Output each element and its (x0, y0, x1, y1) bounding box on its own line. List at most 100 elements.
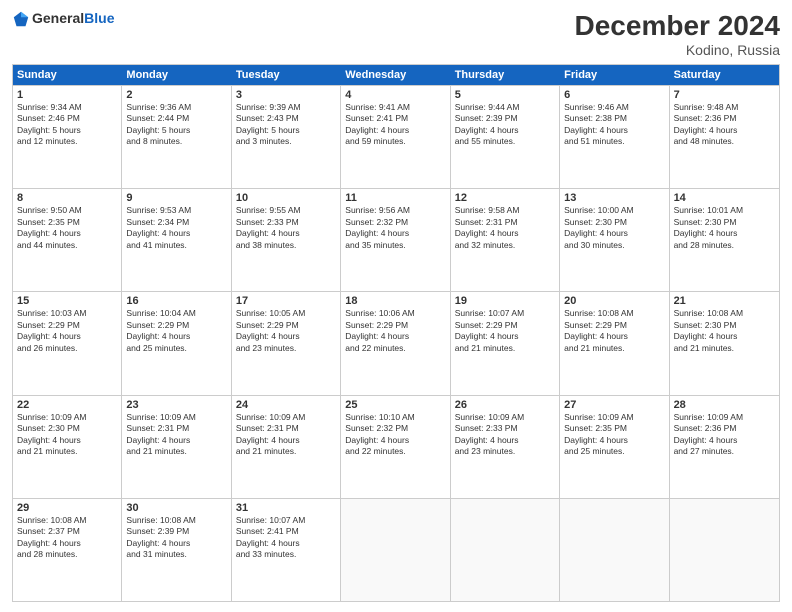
calendar-header: Sunday Monday Tuesday Wednesday Thursday… (13, 65, 779, 85)
day-num-25: 25 (345, 399, 445, 411)
cal-cell-1-2: 2Sunrise: 9:36 AM Sunset: 2:44 PM Daylig… (122, 86, 231, 188)
logo-general: General (32, 10, 84, 26)
cal-cell-3-3: 17Sunrise: 10:05 AM Sunset: 2:29 PM Dayl… (232, 292, 341, 394)
cal-cell-3-7: 21Sunrise: 10:08 AM Sunset: 2:30 PM Dayl… (670, 292, 779, 394)
day-info-19: Sunrise: 10:07 AM Sunset: 2:29 PM Daylig… (455, 308, 555, 354)
day-num-13: 13 (564, 192, 664, 204)
cal-cell-3-2: 16Sunrise: 10:04 AM Sunset: 2:29 PM Dayl… (122, 292, 231, 394)
weekday-wednesday: Wednesday (341, 65, 450, 85)
day-num-31: 31 (236, 502, 336, 514)
day-num-3: 3 (236, 89, 336, 101)
day-info-30: Sunrise: 10:08 AM Sunset: 2:39 PM Daylig… (126, 515, 226, 561)
day-num-18: 18 (345, 295, 445, 307)
month-title: December 2024 (575, 10, 780, 42)
weekday-thursday: Thursday (451, 65, 560, 85)
title-block: December 2024 Kodino, Russia (575, 10, 780, 58)
day-info-12: Sunrise: 9:58 AM Sunset: 2:31 PM Dayligh… (455, 205, 555, 251)
day-num-26: 26 (455, 399, 555, 411)
weekday-sunday: Sunday (13, 65, 122, 85)
cal-row-4: 22Sunrise: 10:09 AM Sunset: 2:30 PM Dayl… (13, 395, 779, 498)
day-num-11: 11 (345, 192, 445, 204)
day-num-9: 9 (126, 192, 226, 204)
day-info-24: Sunrise: 10:09 AM Sunset: 2:31 PM Daylig… (236, 412, 336, 458)
cal-row-5: 29Sunrise: 10:08 AM Sunset: 2:37 PM Dayl… (13, 498, 779, 601)
day-info-14: Sunrise: 10:01 AM Sunset: 2:30 PM Daylig… (674, 205, 775, 251)
cal-cell-1-6: 6Sunrise: 9:46 AM Sunset: 2:38 PM Daylig… (560, 86, 669, 188)
day-info-6: Sunrise: 9:46 AM Sunset: 2:38 PM Dayligh… (564, 102, 664, 148)
weekday-tuesday: Tuesday (232, 65, 341, 85)
cal-cell-4-1: 22Sunrise: 10:09 AM Sunset: 2:30 PM Dayl… (13, 396, 122, 498)
day-info-29: Sunrise: 10:08 AM Sunset: 2:37 PM Daylig… (17, 515, 117, 561)
logo-text: GeneralBlue (32, 10, 114, 28)
day-num-10: 10 (236, 192, 336, 204)
day-num-28: 28 (674, 399, 775, 411)
logo-icon (12, 10, 30, 28)
cal-cell-3-5: 19Sunrise: 10:07 AM Sunset: 2:29 PM Dayl… (451, 292, 560, 394)
day-info-11: Sunrise: 9:56 AM Sunset: 2:32 PM Dayligh… (345, 205, 445, 251)
day-num-14: 14 (674, 192, 775, 204)
cal-cell-1-4: 4Sunrise: 9:41 AM Sunset: 2:41 PM Daylig… (341, 86, 450, 188)
day-info-1: Sunrise: 9:34 AM Sunset: 2:46 PM Dayligh… (17, 102, 117, 148)
cal-cell-2-3: 10Sunrise: 9:55 AM Sunset: 2:33 PM Dayli… (232, 189, 341, 291)
day-info-23: Sunrise: 10:09 AM Sunset: 2:31 PM Daylig… (126, 412, 226, 458)
day-num-20: 20 (564, 295, 664, 307)
day-num-19: 19 (455, 295, 555, 307)
weekday-monday: Monday (122, 65, 231, 85)
cal-cell-4-6: 27Sunrise: 10:09 AM Sunset: 2:35 PM Dayl… (560, 396, 669, 498)
day-info-9: Sunrise: 9:53 AM Sunset: 2:34 PM Dayligh… (126, 205, 226, 251)
cal-cell-2-7: 14Sunrise: 10:01 AM Sunset: 2:30 PM Dayl… (670, 189, 779, 291)
day-info-28: Sunrise: 10:09 AM Sunset: 2:36 PM Daylig… (674, 412, 775, 458)
cal-cell-4-2: 23Sunrise: 10:09 AM Sunset: 2:31 PM Dayl… (122, 396, 231, 498)
cal-cell-4-7: 28Sunrise: 10:09 AM Sunset: 2:36 PM Dayl… (670, 396, 779, 498)
cal-cell-5-7 (670, 499, 779, 601)
day-info-4: Sunrise: 9:41 AM Sunset: 2:41 PM Dayligh… (345, 102, 445, 148)
weekday-friday: Friday (560, 65, 669, 85)
cal-cell-4-4: 25Sunrise: 10:10 AM Sunset: 2:32 PM Dayl… (341, 396, 450, 498)
cal-cell-5-5 (451, 499, 560, 601)
cal-cell-3-6: 20Sunrise: 10:08 AM Sunset: 2:29 PM Dayl… (560, 292, 669, 394)
day-info-16: Sunrise: 10:04 AM Sunset: 2:29 PM Daylig… (126, 308, 226, 354)
day-info-3: Sunrise: 9:39 AM Sunset: 2:43 PM Dayligh… (236, 102, 336, 148)
day-info-7: Sunrise: 9:48 AM Sunset: 2:36 PM Dayligh… (674, 102, 775, 148)
day-info-27: Sunrise: 10:09 AM Sunset: 2:35 PM Daylig… (564, 412, 664, 458)
day-num-15: 15 (17, 295, 117, 307)
day-info-5: Sunrise: 9:44 AM Sunset: 2:39 PM Dayligh… (455, 102, 555, 148)
page-header: GeneralBlue December 2024 Kodino, Russia (12, 10, 780, 58)
day-num-27: 27 (564, 399, 664, 411)
cal-cell-4-5: 26Sunrise: 10:09 AM Sunset: 2:33 PM Dayl… (451, 396, 560, 498)
cal-cell-5-4 (341, 499, 450, 601)
day-info-17: Sunrise: 10:05 AM Sunset: 2:29 PM Daylig… (236, 308, 336, 354)
day-info-26: Sunrise: 10:09 AM Sunset: 2:33 PM Daylig… (455, 412, 555, 458)
day-num-29: 29 (17, 502, 117, 514)
day-info-18: Sunrise: 10:06 AM Sunset: 2:29 PM Daylig… (345, 308, 445, 354)
day-info-21: Sunrise: 10:08 AM Sunset: 2:30 PM Daylig… (674, 308, 775, 354)
calendar-body: 1Sunrise: 9:34 AM Sunset: 2:46 PM Daylig… (13, 85, 779, 601)
day-num-1: 1 (17, 89, 117, 101)
cal-cell-3-1: 15Sunrise: 10:03 AM Sunset: 2:29 PM Dayl… (13, 292, 122, 394)
cal-cell-3-4: 18Sunrise: 10:06 AM Sunset: 2:29 PM Dayl… (341, 292, 450, 394)
cal-cell-5-2: 30Sunrise: 10:08 AM Sunset: 2:39 PM Dayl… (122, 499, 231, 601)
day-num-7: 7 (674, 89, 775, 101)
cal-row-2: 8Sunrise: 9:50 AM Sunset: 2:35 PM Daylig… (13, 188, 779, 291)
weekday-saturday: Saturday (670, 65, 779, 85)
cal-cell-1-1: 1Sunrise: 9:34 AM Sunset: 2:46 PM Daylig… (13, 86, 122, 188)
day-info-25: Sunrise: 10:10 AM Sunset: 2:32 PM Daylig… (345, 412, 445, 458)
cal-cell-2-5: 12Sunrise: 9:58 AM Sunset: 2:31 PM Dayli… (451, 189, 560, 291)
day-info-2: Sunrise: 9:36 AM Sunset: 2:44 PM Dayligh… (126, 102, 226, 148)
cal-cell-4-3: 24Sunrise: 10:09 AM Sunset: 2:31 PM Dayl… (232, 396, 341, 498)
day-num-5: 5 (455, 89, 555, 101)
day-info-8: Sunrise: 9:50 AM Sunset: 2:35 PM Dayligh… (17, 205, 117, 251)
day-num-12: 12 (455, 192, 555, 204)
cal-row-1: 1Sunrise: 9:34 AM Sunset: 2:46 PM Daylig… (13, 85, 779, 188)
cal-cell-2-1: 8Sunrise: 9:50 AM Sunset: 2:35 PM Daylig… (13, 189, 122, 291)
day-num-23: 23 (126, 399, 226, 411)
day-num-17: 17 (236, 295, 336, 307)
day-num-4: 4 (345, 89, 445, 101)
cal-cell-2-6: 13Sunrise: 10:00 AM Sunset: 2:30 PM Dayl… (560, 189, 669, 291)
day-num-6: 6 (564, 89, 664, 101)
cal-cell-1-3: 3Sunrise: 9:39 AM Sunset: 2:43 PM Daylig… (232, 86, 341, 188)
logo-blue: Blue (84, 10, 114, 26)
location-title: Kodino, Russia (575, 42, 780, 58)
cal-cell-5-1: 29Sunrise: 10:08 AM Sunset: 2:37 PM Dayl… (13, 499, 122, 601)
day-num-24: 24 (236, 399, 336, 411)
